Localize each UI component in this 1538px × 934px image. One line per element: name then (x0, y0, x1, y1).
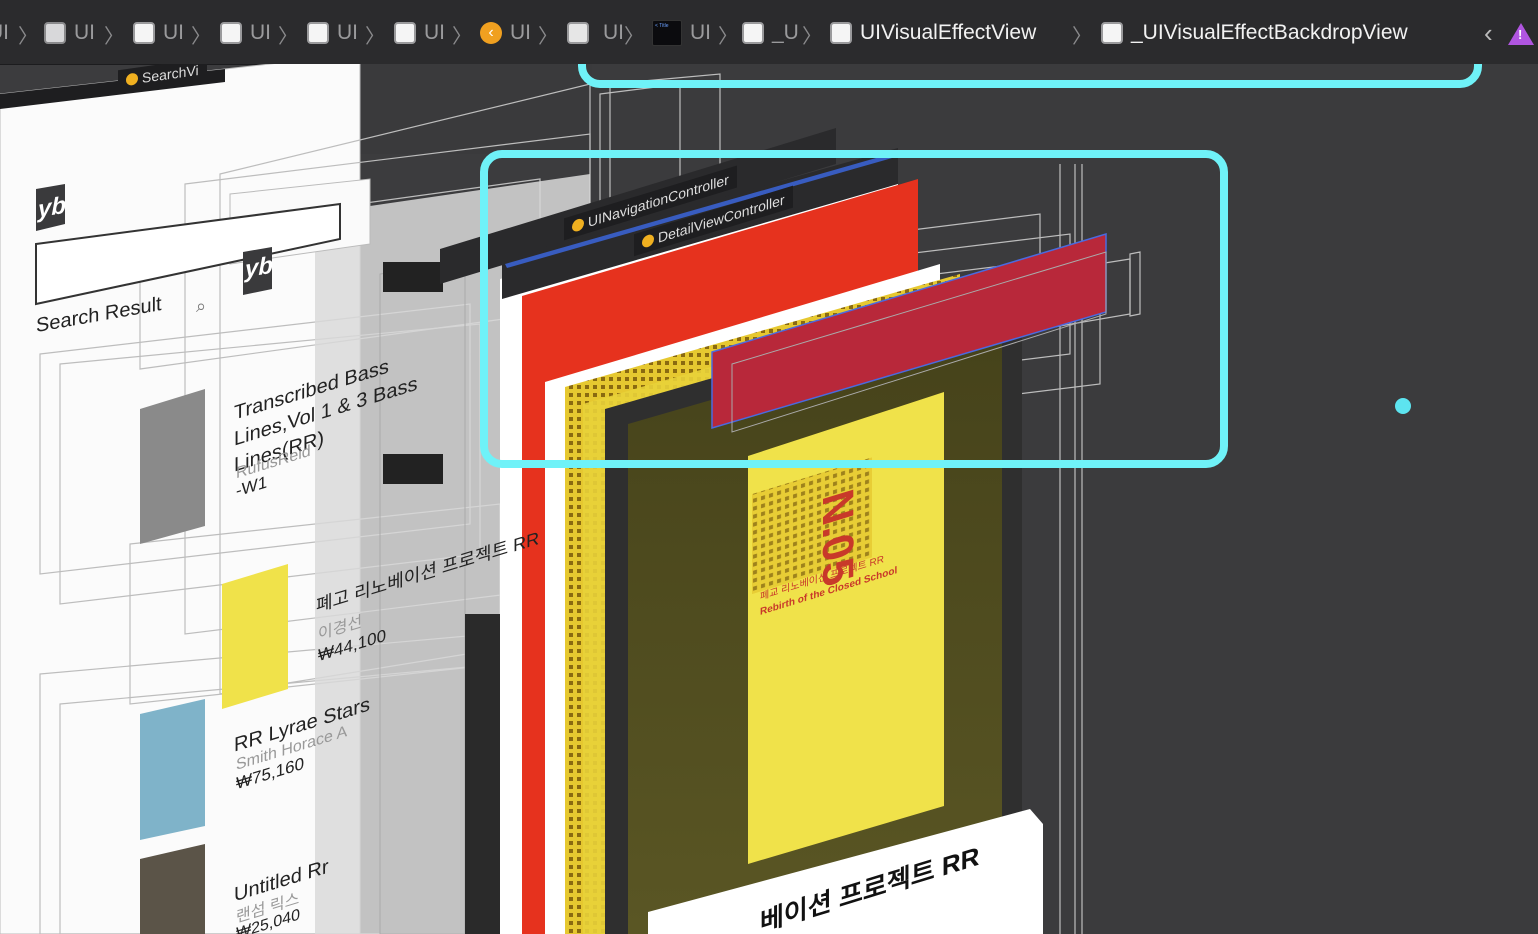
warning-icon[interactable]: ! (1508, 23, 1534, 45)
chevron-left-icon[interactable]: ‹ (1484, 18, 1493, 49)
view-icon (1101, 22, 1123, 44)
breadcrumb-label: UI (424, 21, 445, 44)
chevron-right-icon: 〉 (191, 26, 211, 48)
breadcrumb-item[interactable]: UI (394, 18, 445, 48)
breadcrumb-item[interactable] (567, 18, 597, 48)
chevron-right-icon: 〉 (624, 26, 644, 48)
breadcrumb-label: UIVisualEffectView (860, 21, 1037, 44)
breadcrumb-label: UI (250, 21, 271, 44)
chevron-right-icon: 〉 (718, 26, 738, 48)
cell-layer (383, 454, 443, 484)
breadcrumb-label: UI (603, 21, 624, 44)
view-icon (394, 22, 416, 44)
back-arrow-icon: ‹ (480, 22, 502, 44)
book-thumbnail (140, 844, 205, 934)
breadcrumb-label: UI (74, 21, 95, 44)
view-debugger-canvas[interactable]: SearchVi UINavigationController DetailVi… (0, 64, 1538, 934)
view-icon (742, 22, 764, 44)
chevron-right-icon: 〉 (104, 26, 124, 48)
chevron-right-icon: 〉 (802, 26, 822, 48)
view-icon (307, 22, 329, 44)
app-logo: yb (38, 191, 67, 224)
backdrop (360, 64, 592, 154)
app-logo: yb (245, 251, 274, 284)
view-icon (133, 22, 155, 44)
breadcrumb-label: UI (163, 21, 184, 44)
breadcrumb-item-visual-effect-view[interactable]: UIVisualEffectView (830, 18, 1036, 48)
breadcrumb-item-backdrop-view[interactable]: _UIVisualEffectBackdropView (1101, 18, 1408, 48)
search-icon[interactable]: ⌕ (196, 296, 206, 317)
highlight-visual-effect-view (480, 150, 1228, 468)
breadcrumb-item[interactable]: < Title UI (652, 18, 711, 48)
breadcrumb-item[interactable]: UI (44, 18, 95, 48)
breadcrumb-item[interactable]: ‹ UI (480, 18, 531, 48)
chevron-right-icon: 〉 (452, 26, 472, 48)
cell-layer (465, 614, 505, 934)
view-icon (220, 22, 242, 44)
chevron-right-icon: 〉 (18, 26, 38, 48)
navigation-bar-icon: < Title (652, 20, 682, 46)
view-controller-icon (126, 72, 138, 87)
chevron-right-icon: 〉 (365, 26, 385, 48)
thumbnail-placeholder (140, 389, 205, 544)
cursor-dot (1395, 398, 1411, 414)
view-icon (830, 22, 852, 44)
chevron-right-icon: 〉 (1072, 26, 1092, 48)
cell-layer (383, 262, 443, 292)
jump-bar: UI 〉 UI 〉 UI 〉 UI 〉 UI 〉 UI 〉 ‹ UI 〉 UI … (0, 0, 1538, 65)
breadcrumb-item[interactable]: UI (133, 18, 184, 48)
chevron-right-icon: 〉 (538, 26, 558, 48)
breadcrumb-item[interactable]: UI (0, 18, 9, 48)
view-icon (567, 22, 589, 44)
chevron-right-icon: 〉 (278, 26, 298, 48)
highlight-breadcrumb (578, 64, 1482, 88)
breadcrumb-item[interactable]: UI (307, 18, 358, 48)
book-thumbnail (222, 564, 288, 709)
breadcrumb-label: UI (510, 21, 531, 44)
breadcrumb-label: UI (0, 21, 9, 44)
breadcrumb-item[interactable]: UI (220, 18, 271, 48)
book-thumbnail (140, 699, 205, 840)
breadcrumb-item[interactable]: _U (742, 18, 799, 48)
window-icon (44, 22, 66, 44)
breadcrumb-label: _UIVisualEffectBackdropView (1131, 21, 1408, 44)
breadcrumb-label: UI (337, 21, 358, 44)
breadcrumb-label: UI (690, 21, 711, 44)
breadcrumb-label: _U (772, 21, 799, 44)
